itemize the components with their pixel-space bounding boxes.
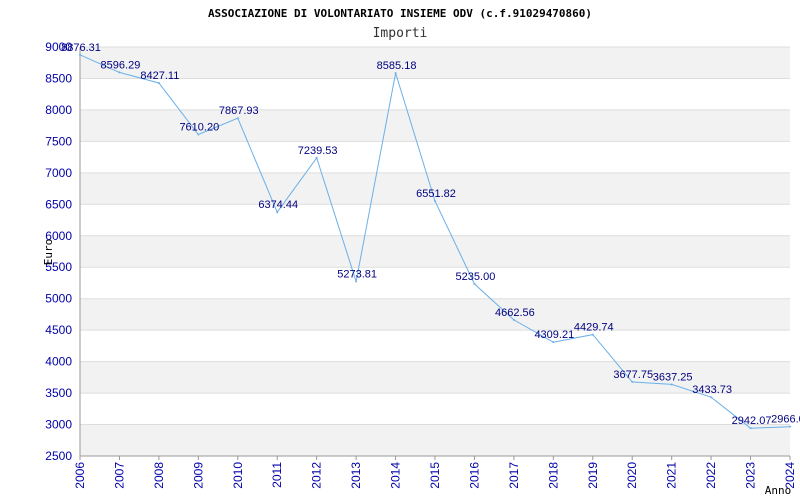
x-tick-label: 2019: [586, 462, 600, 489]
y-tick-label: 5000: [45, 292, 72, 306]
data-label: 7867.93: [219, 105, 259, 117]
x-tick-label: 2017: [507, 462, 521, 489]
data-label: 5235.00: [456, 271, 496, 283]
x-tick-label: 2006: [73, 462, 87, 489]
data-point: [512, 318, 515, 321]
data-label: 2966.00: [771, 414, 800, 426]
data-label: 3433.73: [692, 384, 732, 396]
data-label: 3637.25: [653, 371, 693, 383]
data-point: [118, 71, 121, 74]
data-point: [552, 341, 555, 344]
x-tick-label: 2018: [546, 462, 560, 489]
data-point: [710, 396, 713, 399]
data-point: [197, 133, 200, 136]
data-label: 7239.53: [298, 145, 338, 157]
data-label: 8427.11: [140, 70, 179, 82]
x-tick-label: 2014: [389, 462, 403, 489]
plot-band: [80, 298, 790, 331]
line-chart: 8876.318596.298427.117610.207867.936374.…: [42, 7, 800, 497]
data-point: [276, 211, 279, 214]
x-tick-label: 2013: [349, 462, 363, 489]
y-tick-label: 7500: [45, 134, 72, 148]
data-point: [749, 427, 752, 430]
data-label: 6551.82: [416, 188, 456, 200]
data-label: 3677.75: [613, 369, 653, 381]
data-label: 8596.29: [101, 59, 141, 71]
data-point: [79, 53, 81, 56]
data-point: [236, 117, 239, 120]
plot-bands: [80, 47, 790, 456]
data-point: [355, 280, 358, 283]
y-tick-label: 8500: [45, 71, 72, 85]
x-tick-label: 2008: [152, 462, 166, 489]
x-tick-label: 2020: [625, 462, 639, 489]
chart-subtitle: Importi: [373, 26, 428, 41]
data-point: [670, 383, 673, 386]
data-point: [631, 380, 634, 383]
x-tick-label: 2022: [704, 462, 718, 489]
y-tick-label: 6500: [45, 197, 72, 211]
data-point: [473, 282, 476, 285]
y-tick-label: 4500: [45, 323, 72, 337]
y-tick-label: 2500: [45, 449, 72, 463]
data-label: 4662.56: [495, 307, 535, 319]
data-label: 6374.44: [258, 199, 298, 211]
y-tick-label: 3500: [45, 386, 72, 400]
x-tick-label: 2012: [310, 462, 324, 489]
x-tick-label: 2015: [428, 462, 442, 489]
y-tick-label: 8000: [45, 103, 72, 117]
x-tick-label: 2007: [112, 462, 126, 489]
y-tick-label: 3000: [45, 418, 72, 432]
data-label: 5273.81: [337, 268, 377, 280]
data-point: [157, 82, 160, 85]
plot-band: [80, 47, 790, 79]
x-tick-label: 2009: [191, 462, 205, 489]
chart-title: ASSOCIAZIONE DI VOLONTARIATO INSIEME ODV…: [208, 7, 592, 20]
y-tick-label: 9000: [45, 40, 72, 54]
x-tick-label: 2016: [467, 462, 481, 489]
data-label: 4309.21: [534, 329, 574, 341]
plot-band: [80, 235, 790, 268]
x-tick-label: 2011: [270, 462, 284, 488]
y-tick-label: 4000: [45, 355, 72, 369]
data-point: [591, 333, 594, 336]
x-tick-label: 2021: [665, 462, 679, 489]
data-label: 4429.74: [574, 322, 614, 334]
x-tick-label: 2010: [231, 462, 245, 489]
data-point: [394, 72, 397, 75]
data-label: 2942.07: [732, 415, 772, 427]
plot-band: [80, 424, 790, 456]
x-tick-label: 2023: [744, 462, 758, 489]
data-label: 7610.20: [179, 121, 219, 133]
data-point: [434, 200, 436, 203]
y-tick-label: 7000: [45, 166, 72, 180]
data-point: [789, 425, 791, 428]
x-axis-label: Anno: [765, 484, 792, 497]
y-axis-label: Euro: [42, 239, 55, 266]
x-axis-ticks: 2006 2007 2008 2009 2010 2011 2012 2013 2014 2015…: [73, 456, 797, 489]
data-label: 8585.18: [377, 60, 417, 72]
data-point: [315, 156, 318, 159]
